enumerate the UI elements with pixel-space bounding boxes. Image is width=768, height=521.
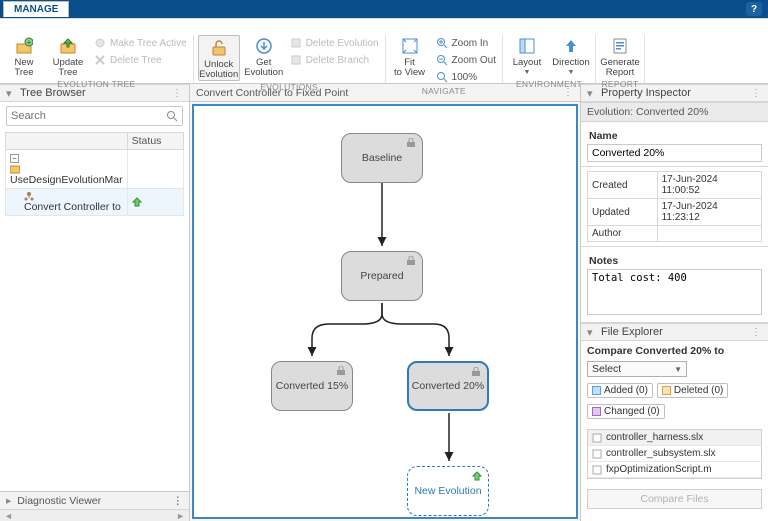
zoom-pct-button[interactable]: 100% [434,69,498,85]
lock-icon [336,366,346,376]
generate-report-button[interactable]: Generate Report [600,35,640,78]
compare-select[interactable]: Select ▼ [587,361,687,377]
title-bar: ? [0,0,768,18]
node-prepared[interactable]: Prepared [341,251,423,301]
chip-added[interactable]: Added (0) [587,383,653,398]
update-tree-icon [57,35,79,57]
name-field[interactable] [587,144,762,162]
group-label-report: REPORT [600,78,640,91]
tree-row-child[interactable]: Convert Controller to [6,189,184,216]
inspector-subtitle: Evolution: Converted 20% [581,102,768,122]
zoom-out-icon [436,54,448,66]
tree-table: Status − UseDesignEvolutionMar Convert C… [5,132,184,216]
get-evolution-button[interactable]: Get Evolution [244,35,284,78]
chevron-down-icon: ▼ [674,365,682,374]
group-label-evolution-tree: EVOLUTION TREE [4,78,189,91]
file-icon [592,465,602,475]
file-explorer-header[interactable]: ▾ File Explorer ⋮ [581,323,768,341]
fit-icon [399,35,421,57]
node-converted-20[interactable]: Converted 20% [407,361,489,411]
metadata-table: Created17-Jun-2024 11:00:52 Updated17-Ju… [587,171,762,242]
diagnostic-viewer-header[interactable]: ▸ Diagnostic Viewer ⋮ [0,491,189,509]
node-converted-15[interactable]: Converted 15% [271,361,353,411]
search-input[interactable] [11,110,166,122]
node-baseline[interactable]: Baseline [341,133,423,183]
make-tree-active-button: Make Tree Active [92,35,189,51]
zoom-pct-icon [436,71,448,83]
make-active-icon [94,37,106,49]
ribbon: + New Tree Update Tree Make Tree Active [0,18,768,84]
unlock-icon [208,37,230,59]
chip-changed[interactable]: Changed (0) [587,404,665,419]
unlock-label: Unlock Evolution [199,60,238,80]
direction-button[interactable]: Direction ▼ [551,35,591,78]
expand-icon: ▸ [0,495,17,507]
new-tree-button[interactable]: + New Tree [4,35,44,78]
new-tree-icon: + [13,35,35,57]
chip-deleted[interactable]: Deleted (0) [657,383,728,398]
notes-label: Notes [589,255,760,267]
file-item[interactable]: fxpOptimizationScript.m [588,462,761,478]
horizontal-scrollbar[interactable]: ◄► [0,509,189,521]
lock-icon [406,138,416,148]
unlock-evolution-button[interactable]: Unlock Evolution [198,35,240,81]
tree-toggle-icon[interactable]: − [10,154,19,163]
chevron-down-icon: ▼ [568,68,575,78]
update-tree-button[interactable]: Update Tree [48,35,88,78]
get-icon [253,35,275,57]
lock-icon [406,256,416,266]
fit-label: Fit to View [394,58,425,78]
evolution-canvas[interactable]: Baseline Prepared Converted 15% Converte… [192,104,578,519]
get-label: Get Evolution [244,58,283,78]
status-col: Status [127,133,183,150]
up-arrow-icon [472,471,482,481]
panel-menu-icon[interactable]: ⋮ [751,327,762,338]
compare-files-button: Compare Files [587,489,762,509]
update-tree-label: Update Tree [53,58,84,78]
delete-evo-icon [290,37,302,49]
panel-menu-icon[interactable]: ⋮ [751,88,762,99]
compare-label: Compare Converted 20% to [587,345,762,357]
search-box[interactable] [6,106,183,126]
folder-icon [10,164,20,174]
report-icon [609,35,631,57]
layout-button[interactable]: Layout ▼ [507,35,547,78]
help-button[interactable]: ? [746,2,762,16]
direction-icon [560,35,582,57]
file-list: controller_harness.slx controller_subsys… [587,429,762,479]
tree-row-root[interactable]: − UseDesignEvolutionMar [6,150,184,189]
lock-icon [471,367,481,377]
svg-text:+: + [27,38,32,47]
collapse-icon: ▾ [587,326,597,339]
delete-branch-button: Delete Branch [288,52,381,68]
file-icon [592,449,602,459]
node-new-evolution[interactable]: New Evolution [407,466,489,516]
delete-branch-icon [290,54,302,66]
name-label: Name [589,130,760,142]
zoom-out-button[interactable]: Zoom Out [434,52,498,68]
status-up-icon [132,197,142,207]
file-item[interactable]: controller_subsystem.slx [588,446,761,462]
chevron-down-icon: ▼ [524,68,531,78]
new-tree-label: New Tree [14,58,33,78]
zoom-in-icon [436,37,448,49]
tab-manage[interactable]: MANAGE [3,1,69,17]
group-label-navigate: NAVIGATE [390,85,498,98]
layout-icon [516,35,538,57]
tree-node-icon [24,191,34,201]
delete-tree-icon [94,54,106,66]
panel-menu-icon[interactable]: ⋮ [173,495,190,507]
fit-to-view-button[interactable]: Fit to View [390,35,430,78]
notes-field[interactable] [587,269,762,315]
search-icon[interactable] [166,110,178,122]
file-icon [592,433,602,443]
group-label-evolutions: EVOLUTIONS [198,81,381,94]
delete-tree-button: Delete Tree [92,52,189,68]
file-item[interactable]: controller_harness.slx [588,430,761,446]
zoom-in-button[interactable]: Zoom In [434,35,498,51]
delete-evolution-button: Delete Evolution [288,35,381,51]
group-label-environment: ENVIRONMENT [507,78,591,91]
